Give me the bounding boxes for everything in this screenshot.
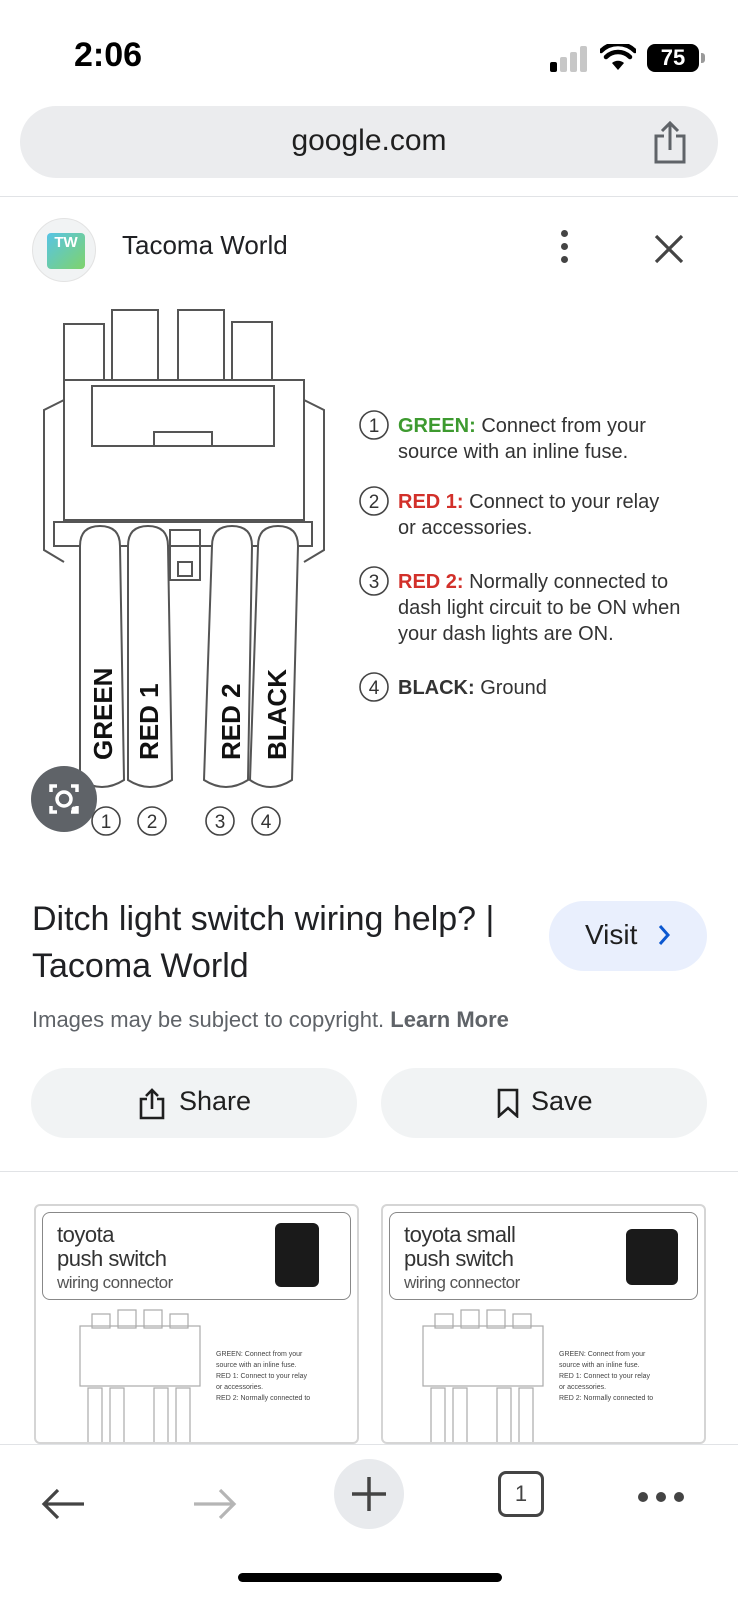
related-legend-line: RED 2: Normally connected to <box>216 1395 310 1402</box>
copyright-text: Images may be subject to copyright. <box>32 1007 385 1032</box>
site-favicon[interactable]: TW <box>32 218 96 282</box>
related-legend-line: RED 1: Connect to your relay <box>216 1373 308 1380</box>
related-legend-line: RED 2: Normally connected to <box>559 1395 653 1402</box>
svg-text:1: 1 <box>101 812 112 833</box>
svg-text:3: 3 <box>369 572 380 593</box>
svg-text:dash light circuit to be ON wh: dash light circuit to be ON when <box>398 597 680 619</box>
svg-text:3: 3 <box>215 812 226 833</box>
svg-text:BLACK: Ground: BLACK: Ground <box>398 677 547 699</box>
source-name[interactable]: Tacoma World <box>122 230 288 261</box>
more-options-icon[interactable] <box>552 226 576 266</box>
share-icon[interactable] <box>652 120 688 164</box>
legend-item-3: 3 RED 2: Normally connected to dash light … <box>359 566 680 645</box>
wire-label-red-1: RED 1 <box>134 683 164 760</box>
related-legend-line: GREEN: Connect from your <box>216 1351 303 1358</box>
svg-text:RED 1: Connect to your relay: RED 1: Connect to your relay <box>398 491 659 513</box>
tab-switcher-button[interactable]: 1 <box>498 1471 544 1517</box>
diagram-legend: 1 GREEN: Connect from your source with an … <box>359 410 680 702</box>
switch-photo <box>275 1223 319 1287</box>
related-header: toyota small push switch wiring connecto… <box>389 1212 698 1300</box>
svg-text:4: 4 <box>261 812 272 833</box>
address-bar[interactable]: google.com <box>20 106 718 178</box>
wiring-diagram-image[interactable]: GREEN RED 1 RED 2 BLACK 1 2 3 4 1 GREEN: Con… <box>0 300 738 860</box>
back-arrow-icon[interactable] <box>40 1487 86 1521</box>
save-label: Save <box>531 1086 593 1116</box>
url-domain[interactable]: google.com <box>20 124 718 158</box>
result-title[interactable]: Ditch light switch wiring help? | Tacoma… <box>32 896 512 990</box>
share-icon <box>139 1088 165 1120</box>
switch-photo <box>626 1229 678 1285</box>
related-header: toyota push switch wiring connector <box>42 1212 351 1300</box>
source-row: TW Tacoma World <box>0 212 738 282</box>
home-indicator <box>238 1573 502 1582</box>
related-legend-line: RED 1: Connect to your relay <box>559 1373 651 1380</box>
related-legend-line: GREEN: Connect from your <box>559 1351 646 1358</box>
svg-text:RED 2: Normally connected to: RED 2: Normally connected to <box>398 571 668 593</box>
related-legend-line: or accessories. <box>559 1384 606 1391</box>
related-image-2[interactable]: toyota small push switch wiring connecto… <box>381 1204 706 1444</box>
related-legend-line: source with an inline fuse. <box>559 1362 640 1369</box>
battery-indicator: 75 <box>647 44 705 72</box>
divider <box>0 1171 738 1172</box>
wifi-icon <box>600 44 636 70</box>
bookmark-icon <box>497 1088 519 1118</box>
related-title: toyota push switch <box>57 1222 167 1271</box>
lens-search-button[interactable] <box>31 766 97 832</box>
related-diagram: GREEN: Connect from your source with an i… <box>422 1309 653 1442</box>
svg-text:source with an inline fuse.: source with an inline fuse. <box>398 441 628 463</box>
share-label: Share <box>179 1086 252 1116</box>
pin-number-4: 4 <box>251 806 281 836</box>
related-legend-line: or accessories. <box>216 1384 263 1391</box>
related-subtitle: wiring connector <box>57 1273 173 1292</box>
chevron-right-icon <box>658 925 671 945</box>
related-diagram: GREEN: Connect from your source with an i… <box>79 1309 310 1442</box>
svg-text:GREEN: Connect from your: GREEN: Connect from your <box>398 415 646 437</box>
learn-more-link[interactable]: Learn More <box>390 1007 509 1032</box>
divider <box>0 196 738 197</box>
svg-text:4: 4 <box>369 678 380 699</box>
related-subtitle: wiring connector <box>404 1273 520 1292</box>
pin-number-2: 2 <box>137 806 167 836</box>
pin-numbers: 1 2 3 4 <box>91 806 281 836</box>
wire-label-red-2: RED 2 <box>216 683 246 760</box>
lens-icon <box>49 784 79 814</box>
new-tab-button[interactable] <box>334 1459 404 1529</box>
visit-button[interactable]: Visit <box>549 901 707 971</box>
copyright-notice: Images may be subject to copyright. Lear… <box>32 1007 509 1033</box>
cellular-signal-icon <box>550 46 590 72</box>
svg-text:1: 1 <box>369 416 380 437</box>
wire-label-green: GREEN <box>88 668 118 760</box>
related-image-1[interactable]: toyota push switch wiring connector GREE… <box>34 1204 359 1444</box>
svg-text:2: 2 <box>369 492 380 513</box>
related-title: toyota small push switch <box>404 1222 516 1271</box>
share-button[interactable]: Share <box>31 1068 357 1138</box>
related-legend-line: source with an inline fuse. <box>216 1362 297 1369</box>
save-button[interactable]: Save <box>381 1068 707 1138</box>
svg-text:your dash lights are ON.: your dash lights are ON. <box>398 623 614 645</box>
visit-label: Visit <box>585 919 638 950</box>
legend-item-1: 1 GREEN: Connect from your source with an … <box>359 410 646 463</box>
legend-item-2: 2 RED 1: Connect to your relay or accessor… <box>359 486 659 539</box>
forward-arrow-icon[interactable] <box>192 1487 238 1521</box>
close-icon[interactable] <box>652 232 686 266</box>
legend-item-4: 4 BLACK: Ground <box>359 672 547 702</box>
svg-text:or accessories.: or accessories. <box>398 517 533 539</box>
plus-icon <box>352 1477 386 1511</box>
status-time: 2:06 <box>74 36 143 74</box>
pin-number-3: 3 <box>205 806 235 836</box>
wire-label-black: BLACK <box>262 669 292 760</box>
svg-text:2: 2 <box>147 812 158 833</box>
status-bar: 2:06 75 <box>0 0 738 100</box>
